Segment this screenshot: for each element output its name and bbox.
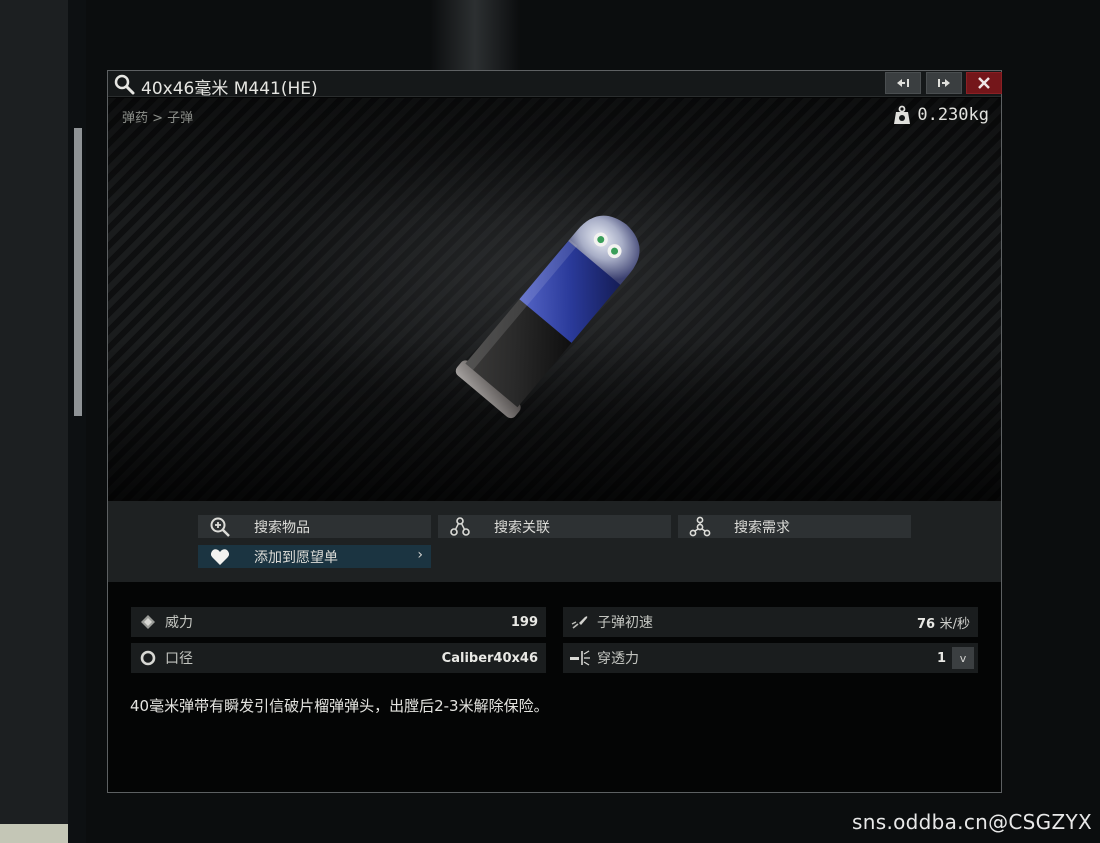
stat-penetration-value: 1 <box>936 650 946 666</box>
window-title: 40x46毫米 M441(HE) <box>141 79 318 99</box>
chevron-right-icon: › <box>417 547 423 563</box>
search-icon <box>114 74 135 95</box>
background-footer-block <box>0 824 68 843</box>
grenade-shell-image <box>455 215 640 419</box>
close-icon <box>978 77 990 89</box>
stat-velocity: 子弹初速 76 米/秒 <box>563 607 978 637</box>
close-button[interactable] <box>966 72 1002 94</box>
related-nodes-icon <box>450 516 470 536</box>
search-needed-label: 搜索需求 <box>734 519 790 536</box>
collapse-left-button[interactable] <box>885 72 921 94</box>
search-needed-button[interactable]: 搜索需求 <box>678 515 911 538</box>
window-titlebar[interactable]: 40x46毫米 M441(HE) <box>108 71 1002 99</box>
collapse-right-button[interactable] <box>926 72 962 94</box>
add-to-wishlist-button[interactable]: 添加到愿望单 › <box>198 545 431 568</box>
watermark: sns.oddba.cn@CSGZYX <box>852 810 1092 834</box>
arrow-right-bar-icon <box>938 79 950 87</box>
zoom-in-icon <box>210 517 230 537</box>
arrow-left-bar-icon <box>897 79 909 87</box>
breadcrumb: 弹药 > 子弹 <box>122 111 194 126</box>
stat-penetration: 穿透力 1 v <box>563 643 978 673</box>
stat-velocity-value: 76 米/秒 <box>916 616 970 632</box>
item-preview[interactable]: 弹药 > 子弹 0.230kg <box>108 98 1001 501</box>
search-related-label: 搜索关联 <box>494 519 550 536</box>
item-weight: 0.230kg <box>893 105 989 125</box>
chevron-down-icon: v <box>959 651 967 665</box>
stat-caliber-label: 口径 <box>165 651 193 667</box>
caliber-ring-icon <box>140 650 156 666</box>
penetration-dropdown-button[interactable]: v <box>952 647 974 669</box>
stat-caliber-value: Caliber40x46 <box>441 650 538 666</box>
stat-velocity-label: 子弹初速 <box>597 615 653 631</box>
stat-power: 威力 199 <box>131 607 546 637</box>
background-glow <box>430 0 520 70</box>
background-scrollbar[interactable] <box>74 128 82 416</box>
heart-icon <box>210 548 230 565</box>
search-item-button[interactable]: 搜索物品 <box>198 515 431 538</box>
stat-penetration-label: 穿透力 <box>597 651 639 667</box>
stat-velocity-unit: 米/秒 <box>939 616 970 632</box>
add-to-wishlist-label: 添加到愿望单 <box>254 549 338 566</box>
search-item-label: 搜索物品 <box>254 519 310 536</box>
stat-caliber: 口径 Caliber40x46 <box>131 643 546 673</box>
needs-nodes-icon <box>689 516 711 536</box>
weight-icon <box>894 105 911 124</box>
weight-value: 0.230kg <box>917 105 989 125</box>
stat-power-label: 威力 <box>165 615 193 631</box>
power-icon <box>141 615 155 629</box>
background-divider <box>68 0 86 843</box>
background-side-panel <box>0 0 68 843</box>
search-actions-panel: 搜索物品 搜索关联 搜索需求 添加到愿望单 › <box>108 501 1001 582</box>
stat-power-value: 199 <box>510 614 538 630</box>
item-inspect-window: 40x46毫米 M441(HE) 弹药 > 子弹 0.230kg 搜索物品 搜索… <box>107 70 1002 793</box>
search-related-button[interactable]: 搜索关联 <box>438 515 671 538</box>
bullet-speed-icon <box>571 616 588 629</box>
penetration-icon <box>570 650 590 666</box>
item-description: 40毫米弹带有瞬发引信破片榴弹弹头，出膛后2-3米解除保险。 <box>130 697 549 715</box>
